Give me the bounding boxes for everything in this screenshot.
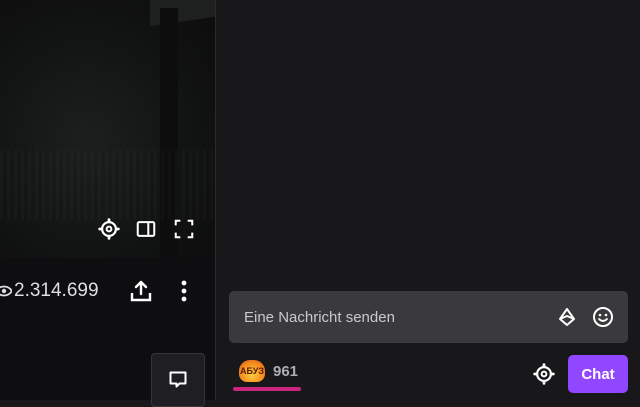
eye-icon	[0, 285, 12, 297]
share-icon	[130, 280, 152, 302]
settings-icon	[98, 218, 120, 240]
video-player[interactable]	[0, 0, 215, 258]
emote-picker-button[interactable]	[590, 304, 616, 330]
chat-send-button[interactable]: Chat	[568, 355, 628, 393]
more-vertical-icon	[181, 280, 187, 302]
viewer-stats: 2.314.699	[0, 278, 99, 304]
gear-icon	[533, 363, 555, 385]
share-button[interactable]	[128, 277, 154, 305]
chat-bubble-icon	[169, 371, 187, 388]
channel-points-badge: АБУЗ	[239, 360, 265, 382]
pane-divider	[215, 0, 216, 400]
chat-message-input[interactable]	[229, 307, 554, 327]
show-chat-button[interactable]	[151, 353, 205, 407]
player-settings-button[interactable]	[96, 216, 122, 242]
channel-points-count: 961	[273, 362, 299, 380]
more-options-button[interactable]	[176, 277, 192, 305]
chat-input-box[interactable]	[229, 291, 628, 343]
theatre-mode-icon	[136, 221, 156, 237]
chat-settings-button[interactable]	[530, 360, 558, 388]
channel-points-button[interactable]: АБУЗ 961	[239, 360, 298, 382]
video-scene-ground	[0, 150, 215, 220]
emote-smiley-icon	[593, 307, 613, 327]
left-pane: 2.314.699	[0, 0, 215, 407]
theatre-mode-button[interactable]	[133, 216, 159, 242]
fullscreen-icon	[174, 219, 194, 239]
channel-points-underline	[233, 387, 301, 391]
bits-button[interactable]	[554, 304, 580, 330]
bits-icon	[559, 308, 575, 326]
fullscreen-button[interactable]	[171, 216, 197, 242]
viewer-count: 2.314.699	[14, 280, 99, 301]
